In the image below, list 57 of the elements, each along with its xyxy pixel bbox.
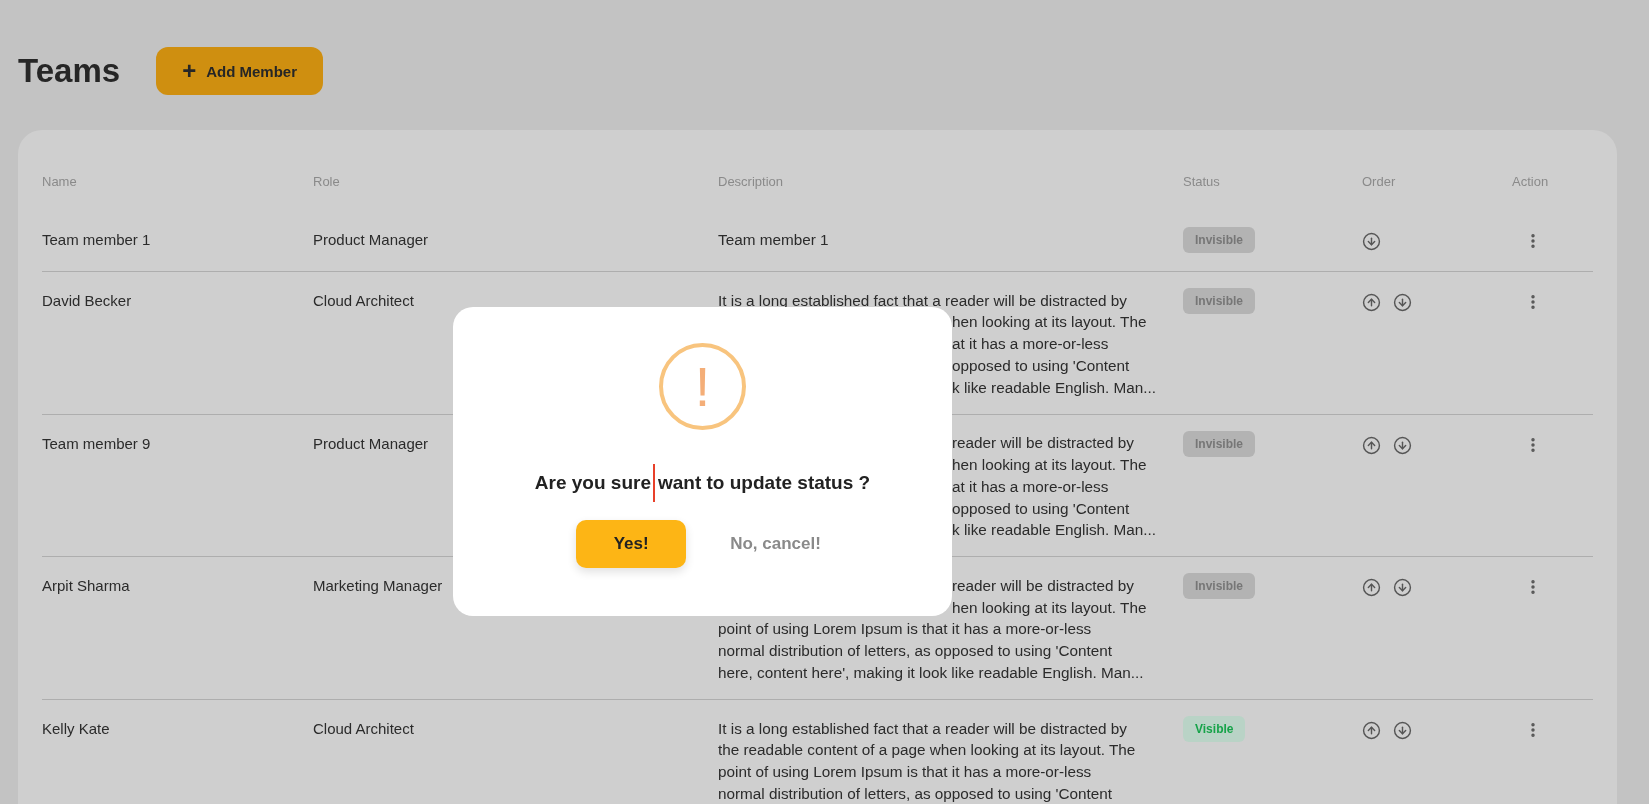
move-up-icon[interactable] xyxy=(1362,293,1381,312)
description-line: opposed to using 'Content xyxy=(952,499,1130,517)
member-name: David Becker xyxy=(42,291,132,311)
column-header: Name xyxy=(42,174,77,190)
description-line: point of using Lorem Ipsum is that it has a more-or-less xyxy=(718,620,1092,638)
description-line: It is a long established fact that a reader will be distracted by xyxy=(718,719,1127,737)
warning-icon: ! xyxy=(659,343,746,430)
description-line: Team member 1 xyxy=(718,230,829,248)
add-member-button[interactable]: + Add Member xyxy=(156,47,323,95)
description-line: reader will be distracted by xyxy=(952,576,1134,594)
description-line: at it has a more-or-less xyxy=(952,335,1109,353)
column-header: Action xyxy=(1512,174,1549,190)
page-title: Teams xyxy=(18,52,121,90)
description-line: k like readable English. Man... xyxy=(952,521,1157,539)
status-badge[interactable]: Visible xyxy=(1183,716,1246,743)
member-role: Cloud Architect xyxy=(313,719,414,740)
description-line: hen looking at its layout. The xyxy=(952,598,1147,616)
move-up-icon[interactable] xyxy=(1362,578,1381,598)
member-role: Cloud Architect xyxy=(313,291,414,311)
text-cursor xyxy=(653,464,655,502)
column-header: Order xyxy=(1362,174,1396,190)
column-header: Status xyxy=(1183,174,1220,190)
status-badge[interactable]: Invisible xyxy=(1183,227,1256,253)
description-line: normal distribution of letters, as opposed to using 'Content xyxy=(718,642,1113,660)
move-down-icon[interactable] xyxy=(1393,721,1412,741)
description-line: reader will be distracted by xyxy=(952,434,1134,452)
description-line: normal distribution of letters, as opposed to using 'Content xyxy=(718,784,1113,802)
move-up-icon[interactable] xyxy=(1362,721,1381,741)
member-name: Kelly Kate xyxy=(42,719,110,740)
member-name: Arpit Sharma xyxy=(42,576,130,597)
description-line: here, content here', making it look like readable English. Man... xyxy=(718,664,1144,682)
move-down-icon[interactable] xyxy=(1393,293,1412,312)
column-header: Description xyxy=(718,174,784,190)
move-down-icon[interactable] xyxy=(1393,435,1412,455)
description-line: the readable content of a page when looking at its layout. The xyxy=(718,741,1136,759)
status-badge[interactable]: Invisible xyxy=(1183,288,1256,314)
status-badge[interactable]: Invisible xyxy=(1183,573,1256,600)
description-line: hen looking at its layout. The xyxy=(952,456,1147,473)
status-badge[interactable]: Invisible xyxy=(1183,430,1256,457)
member-role: Product Manager xyxy=(313,230,429,250)
description-line: at it has a more-or-less xyxy=(952,477,1109,495)
member-name: Team member 9 xyxy=(42,433,151,454)
member-role: Marketing Manager xyxy=(313,576,443,597)
move-down-icon[interactable] xyxy=(1362,232,1381,251)
confirm-button[interactable]: Yes! xyxy=(576,520,687,568)
description-line: opposed to using 'Content xyxy=(952,356,1130,374)
member-role: Product Manager xyxy=(313,433,429,454)
description-line: point of using Lorem Ipsum is that it has a more-or-less xyxy=(718,763,1092,781)
dialog-question: Are you sure xyxy=(534,472,651,494)
member-name: Team member 1 xyxy=(42,230,151,250)
description-line: hen looking at its layout. The xyxy=(952,313,1147,331)
move-down-icon[interactable] xyxy=(1393,578,1412,598)
move-up-icon[interactable] xyxy=(1362,435,1381,455)
cancel-button[interactable]: No, cancel! xyxy=(722,528,829,560)
description-line: k like readable English. Man... xyxy=(952,378,1157,396)
dialog-question: want to update status ? xyxy=(658,472,871,494)
column-header: Role xyxy=(313,174,340,190)
